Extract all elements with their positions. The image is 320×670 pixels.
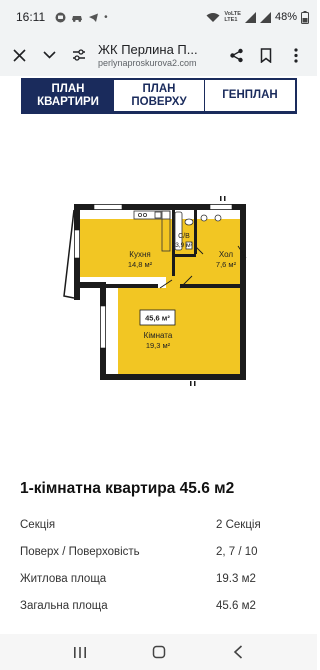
- total-area: 45,6 м²: [145, 314, 170, 323]
- info-value: 2, 7 / 10: [216, 546, 258, 558]
- signal-icon: [244, 11, 256, 23]
- system-nav-bar: [0, 634, 317, 670]
- share-button[interactable]: [221, 40, 251, 70]
- page-url: perlynaproskurova2.com: [98, 58, 197, 68]
- close-button[interactable]: [4, 40, 34, 70]
- bathroom-area: 3,9 м²: [175, 242, 193, 249]
- more-notifications-dot: •: [104, 11, 108, 23]
- room-area: 19,3 м²: [146, 341, 171, 350]
- site-settings-button[interactable]: [64, 40, 94, 70]
- home-button[interactable]: [144, 637, 174, 667]
- car-icon: [72, 15, 83, 22]
- back-icon: [233, 645, 242, 659]
- bathroom-label: С/В: [178, 233, 190, 240]
- balcony-outline: [63, 209, 75, 299]
- info-row-total-area: Загальна площа 45.6 м2: [20, 600, 297, 622]
- battery-icon: [301, 10, 309, 24]
- network-type: VoLTE LTE1: [224, 11, 241, 23]
- messages-icon: [55, 12, 66, 22]
- tab-floor-plan[interactable]: ПЛАН ПОВЕРХУ: [113, 80, 204, 111]
- info-row-living-area: Житлова площа 19.3 м2: [20, 573, 297, 595]
- info-label: Поверх / Поверховість: [20, 546, 140, 558]
- wifi-icon: [206, 12, 220, 22]
- status-bar: 16:11 • VoLTE LTE1 48%: [0, 0, 317, 34]
- apartment-title: 1-кімнатна квартира 45.6 м2: [20, 480, 235, 497]
- recents-icon: [73, 646, 86, 658]
- battery-level: 48%: [274, 11, 297, 23]
- info-value: 45.6 м2: [216, 600, 256, 612]
- page-info[interactable]: ЖК Перлина П... perlynaproskurova2.com: [94, 42, 221, 68]
- page-title: ЖК Перлина П...: [98, 42, 198, 57]
- minimize-button[interactable]: [34, 40, 64, 70]
- tab-site-plan[interactable]: ГЕНПЛАН: [204, 80, 295, 111]
- back-button[interactable]: [223, 637, 253, 667]
- kitchen-label: Кухня: [129, 250, 150, 259]
- share-icon: [229, 48, 243, 62]
- home-icon: [152, 645, 165, 659]
- more-vert-icon: [294, 47, 298, 63]
- close-icon: [12, 48, 26, 62]
- hall-label: Хол: [219, 250, 234, 259]
- info-value: 19.3 м2: [216, 573, 256, 585]
- info-label: Загальна площа: [20, 600, 108, 612]
- custom-tab-toolbar: ЖК Перлина П... perlynaproskurova2.com: [0, 34, 317, 76]
- chevron-down-icon: [42, 51, 56, 59]
- more-options-button[interactable]: [281, 40, 311, 70]
- info-label: Секція: [20, 519, 56, 531]
- bookmark-icon: [260, 47, 272, 63]
- plan-tabs: ПЛАН КВАРТИРИ ПЛАН ПОВЕРХУ ГЕНПЛАН: [21, 78, 297, 114]
- clock: 16:11: [16, 10, 46, 24]
- site-settings-icon: [73, 49, 85, 61]
- bookmark-button[interactable]: [251, 40, 281, 70]
- info-label: Житлова площа: [20, 573, 107, 585]
- kitchen-area: 14,8 м²: [128, 260, 153, 269]
- recents-button[interactable]: [65, 637, 95, 667]
- info-value: 2 Секція: [216, 519, 261, 531]
- signal-2-icon: [259, 11, 271, 23]
- tab-apartment-plan[interactable]: ПЛАН КВАРТИРИ: [23, 80, 113, 111]
- room-fill: [118, 288, 242, 376]
- telegram-icon: [89, 13, 99, 22]
- info-row-section: Секція 2 Секція: [20, 519, 297, 541]
- hall-area: 7,6 м²: [216, 260, 237, 269]
- apartment-floor-plan: Кухня 14,8 м² С/В 3,9 м² Хол 7,6 м² 45,6…: [63, 196, 247, 386]
- info-row-floor: Поверх / Поверховість 2, 7 / 10: [20, 546, 297, 568]
- room-label: Кімната: [144, 331, 173, 340]
